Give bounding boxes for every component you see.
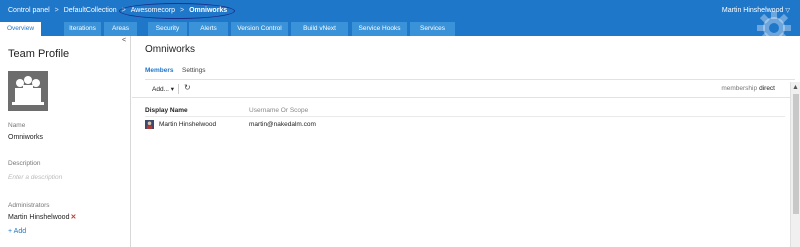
administrator-name: Martin Hinshelwood	[8, 214, 70, 221]
breadcrumb-defaultcollection[interactable]: DefaultCollection	[64, 7, 117, 14]
top-bar: Control panel > DefaultCollection > Awesomec…	[0, 0, 800, 22]
toolbar-divider	[132, 97, 790, 98]
membership-value: direct	[759, 85, 775, 92]
member-display-name: Martin Hinshelwood	[159, 121, 217, 128]
table-row[interactable]: Martin Hinshelwood martin@nakedalm.com	[145, 120, 785, 130]
main-pane: Omniworks Members Settings Add... ▾ ↻ me…	[132, 36, 800, 247]
team-profile-title: Team Profile	[8, 48, 70, 60]
name-label: Name	[8, 122, 26, 129]
breadcrumb-separator: >	[54, 7, 59, 14]
tab-build-vnext[interactable]: Build vNext	[291, 22, 349, 36]
grid-header-divider	[145, 116, 785, 117]
tab-security[interactable]: Security	[148, 22, 188, 36]
page-title: Omniworks	[145, 44, 196, 55]
tab-service-hooks[interactable]: Service Hooks	[352, 22, 408, 36]
subtab-divider	[145, 79, 795, 80]
scroll-up-icon[interactable]: ▲	[792, 84, 799, 91]
column-header-username[interactable]: Username Or Scope	[249, 107, 308, 114]
remove-administrator-icon[interactable]: ✕	[70, 214, 76, 221]
tab-alerts[interactable]: Alerts	[189, 22, 229, 36]
tab-services[interactable]: Services	[410, 22, 456, 36]
user-avatar-icon	[145, 120, 154, 129]
tab-areas[interactable]: Areas	[104, 22, 138, 36]
team-name-value[interactable]: Omniworks	[8, 134, 43, 141]
description-label: Description	[8, 160, 41, 167]
add-administrator-link[interactable]: + Add	[8, 228, 26, 235]
breadcrumb-highlight-annotation	[119, 3, 235, 19]
column-header-display-name[interactable]: Display Name	[145, 107, 188, 114]
tab-version-control[interactable]: Version Control	[231, 22, 289, 36]
team-avatar-icon[interactable]	[8, 71, 48, 111]
add-member-label: Add...	[152, 86, 169, 93]
vertical-scrollbar[interactable]: ▲	[790, 82, 800, 247]
chevron-down-icon: ▾	[170, 86, 175, 93]
collapse-pane-icon[interactable]: <	[122, 37, 126, 44]
administrator-entry: Martin Hinshelwood✕	[8, 213, 76, 221]
admin-tab-bar: Overview Iterations Areas Security Alert…	[0, 22, 800, 36]
description-field[interactable]: Enter a description	[8, 174, 62, 181]
toolbar-divider	[178, 84, 179, 94]
tab-iterations[interactable]: Iterations	[64, 22, 102, 36]
subtab-members[interactable]: Members	[145, 67, 174, 74]
add-member-button[interactable]: Add... ▾	[152, 85, 174, 93]
breadcrumb-control-panel[interactable]: Control panel	[8, 7, 50, 14]
team-profile-pane: < Team Profile Name Omniworks Descriptio…	[0, 36, 131, 247]
subtab-settings[interactable]: Settings	[182, 67, 206, 74]
refresh-icon[interactable]: ↻	[184, 83, 191, 92]
administrators-label: Administrators	[8, 202, 50, 209]
members-toolbar: Add... ▾ ↻ membership direct	[132, 82, 790, 96]
member-username: martin@nakedalm.com	[249, 121, 316, 128]
membership-label: membership	[721, 85, 758, 92]
membership-filter[interactable]: membership direct	[721, 85, 775, 92]
tab-overview[interactable]: Overview	[0, 22, 42, 36]
scrollbar-thumb[interactable]	[793, 94, 799, 214]
